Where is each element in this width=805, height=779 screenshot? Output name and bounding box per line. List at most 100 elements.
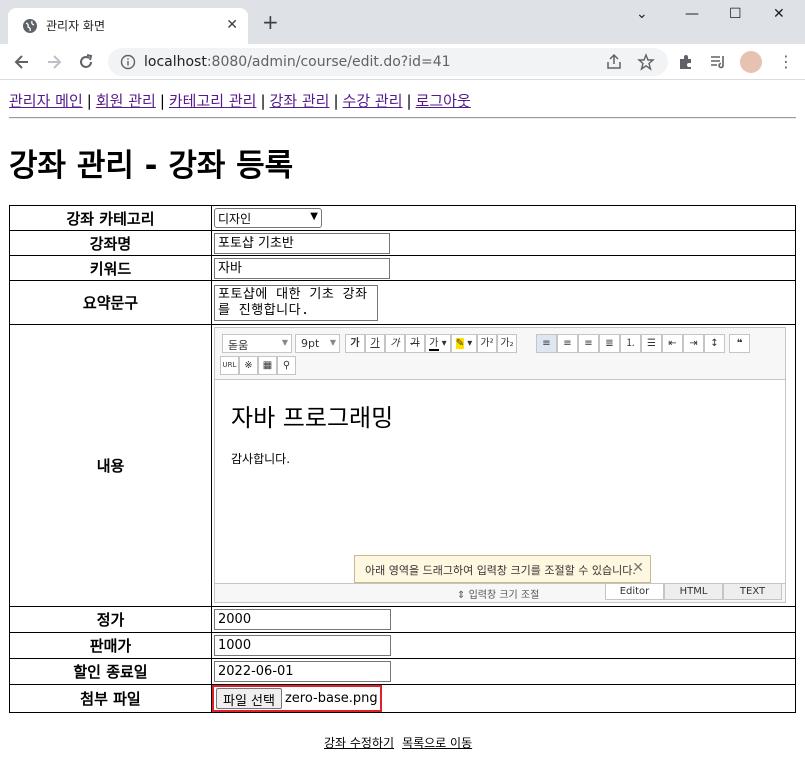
tab-close-icon[interactable]: ✕ (226, 17, 238, 33)
extensions-icon[interactable] (677, 53, 695, 71)
nav-logout[interactable]: 로그아웃 (416, 92, 471, 110)
nav-enroll-manage[interactable]: 수강 관리 (343, 92, 403, 110)
bold-icon[interactable]: 가 (345, 333, 365, 353)
align-right-icon[interactable]: ≡ (578, 333, 599, 353)
browser-tab[interactable]: 관리자 화면 ✕ (8, 8, 248, 44)
align-left-icon[interactable]: ≡ (536, 333, 557, 353)
editor-toolbar: 돋움 ▼ 9pt ▼ 가 가 가 가 가 ▾ ✎ ▾ 가² 가₂ ≡ ≡ ≡ ≣… (215, 327, 785, 380)
resize-handle[interactable]: ⇕ 입력창 크기 조절 (457, 586, 539, 601)
form-row-file: 첨부 파일 파일 선택 zero-base.png (9, 684, 796, 713)
indent-icon[interactable]: ⇥ (683, 333, 704, 353)
form-row-name: 강좌명 포토샵 기초반 (9, 230, 796, 256)
chevron-down-icon: ▼ (281, 337, 288, 347)
globe-icon (23, 19, 37, 33)
outdent-icon[interactable]: ⇤ (662, 333, 683, 353)
address-bar[interactable]: localhost:8080/admin/course/edit.do?id=4… (108, 48, 668, 76)
close-window-icon[interactable]: ✕ (773, 6, 785, 22)
resize-tooltip: 아래 영역을 드래그하여 입력창 크기를 조절할 수 있습니다. ✕ (354, 554, 651, 583)
sale-price-input[interactable]: 1000 (214, 635, 391, 656)
editor-content-heading: 자바 프로그래밍 (231, 403, 394, 432)
nav-category-manage[interactable]: 카테고리 관리 (169, 92, 257, 110)
category-select-value: 디자인 (218, 212, 252, 226)
course-form-table: 강좌 카테고리 디자인 ▼ 강좌명 포토샵 기초반 키워드 자바 요약문구 포토… (9, 205, 796, 713)
align-center-icon[interactable]: ≡ (557, 333, 578, 353)
table-icon[interactable]: ▦ (258, 355, 277, 375)
category-label: 강좌 카테고리 (9, 205, 212, 231)
content-label: 내용 (9, 324, 212, 607)
share-icon[interactable] (605, 53, 623, 71)
subscript-icon[interactable]: 가₂ (497, 333, 517, 353)
file-input[interactable]: 파일 선택 zero-base.png (212, 685, 382, 712)
menu-kebab-icon[interactable]: ⋮ (778, 52, 794, 71)
form-actions: 강좌 수정하기 목록으로 이동 (324, 734, 480, 751)
category-select[interactable]: 디자인 ▼ (214, 208, 322, 228)
admin-nav: 관리자 메인 | 회원 관리 | 카테고리 관리 | 강좌 관리 | 수강 관리 | 로그아웃 (9, 90, 471, 111)
font-size-select[interactable]: 9pt ▼ (295, 333, 340, 353)
quote-icon[interactable]: ❝ (729, 333, 750, 353)
bullet-list-icon[interactable]: ☰ (641, 333, 662, 353)
strikethrough-icon[interactable]: 가 (405, 333, 425, 353)
tab-text[interactable]: TEXT (723, 583, 782, 600)
file-select-button[interactable]: 파일 선택 (216, 688, 282, 709)
discount-end-input[interactable]: 2022-06-01 (214, 661, 391, 682)
media-control-icon[interactable] (709, 53, 727, 71)
profile-avatar[interactable] (740, 51, 762, 73)
underline-icon[interactable]: 가 (365, 333, 385, 353)
bookmark-star-icon[interactable] (637, 53, 655, 71)
summary-textarea[interactable]: 포토샵에 대한 기초 강좌를 진행합니다. (214, 284, 378, 321)
new-tab-icon[interactable]: + (262, 12, 279, 32)
font-family-value: 돋움 (228, 338, 249, 352)
editor-content-text: 감사합니다. (231, 451, 291, 466)
form-row-price: 정가 2000 (9, 606, 796, 633)
category-cell: 디자인 ▼ (211, 205, 796, 231)
price-input[interactable]: 2000 (214, 609, 391, 630)
minimize-icon[interactable]: — (685, 6, 699, 22)
back-icon[interactable] (12, 52, 32, 72)
file-label: 첨부 파일 (9, 684, 212, 713)
editor-content-area[interactable]: 자바 프로그래밍 감사합니다. 아래 영역을 드래그하여 입력창 크기를 조절할… (215, 380, 785, 583)
name-label: 강좌명 (9, 230, 212, 256)
form-row-keyword: 키워드 자바 (9, 255, 796, 281)
font-color-icon[interactable]: 가 ▾ (425, 333, 451, 353)
tab-html[interactable]: HTML (664, 583, 723, 600)
link-url-icon[interactable]: URL (220, 355, 239, 375)
url-host: localhost (144, 54, 207, 70)
nav-admin-main[interactable]: 관리자 메인 (9, 92, 83, 110)
nav-separator: | (86, 92, 92, 110)
info-icon[interactable] (120, 54, 136, 70)
keyword-input[interactable]: 자바 (214, 257, 390, 279)
submit-button[interactable]: 강좌 수정하기 (324, 736, 394, 750)
rich-text-editor: 돋움 ▼ 9pt ▼ 가 가 가 가 가 ▾ ✎ ▾ 가² 가₂ ≡ ≡ ≡ ≣… (214, 326, 786, 603)
file-cell: 파일 선택 zero-base.png (211, 684, 796, 713)
tab-editor[interactable]: Editor (605, 583, 664, 600)
special-char-icon[interactable]: ※ (239, 355, 258, 375)
sale-price-label: 판매가 (9, 632, 212, 659)
font-family-select[interactable]: 돋움 ▼ (222, 333, 292, 353)
nav-member-manage[interactable]: 회원 관리 (96, 92, 156, 110)
line-height-icon[interactable]: ↕ (704, 333, 725, 353)
close-icon[interactable]: ✕ (632, 560, 644, 576)
nav-separator: | (260, 92, 266, 110)
maximize-icon[interactable]: ☐ (729, 6, 742, 22)
course-name-input[interactable]: 포토샵 기초반 (214, 232, 390, 254)
nav-course-manage[interactable]: 강좌 관리 (270, 92, 330, 110)
align-justify-icon[interactable]: ≣ (599, 333, 620, 353)
resize-arrow-icon: ⇕ (457, 589, 466, 601)
reload-icon[interactable] (76, 52, 96, 72)
tab-search-icon[interactable]: ⌄ (636, 6, 648, 22)
find-icon[interactable]: ⚲ (277, 355, 296, 375)
divider (9, 117, 796, 119)
url-text: localhost:8080/admin/course/edit.do?id=4… (144, 54, 451, 70)
content-cell: 돋움 ▼ 9pt ▼ 가 가 가 가 가 ▾ ✎ ▾ 가² 가₂ ≡ ≡ ≡ ≣… (211, 324, 796, 607)
superscript-icon[interactable]: 가² (477, 333, 497, 353)
italic-icon[interactable]: 가 (385, 333, 405, 353)
forward-icon[interactable] (44, 52, 64, 72)
url-path: :8080/admin/course/edit.do?id=41 (206, 54, 451, 70)
background-color-icon[interactable]: ✎ ▾ (451, 333, 477, 353)
file-name: zero-base.png (284, 691, 378, 706)
nav-separator: | (159, 92, 165, 110)
discount-end-cell: 2022-06-01 (211, 658, 796, 685)
back-to-list-link[interactable]: 목록으로 이동 (402, 736, 472, 750)
ordered-list-icon[interactable]: ⒈ (620, 333, 641, 353)
form-row-summary: 요약문구 포토샵에 대한 기초 강좌를 진행합니다. (9, 280, 796, 325)
